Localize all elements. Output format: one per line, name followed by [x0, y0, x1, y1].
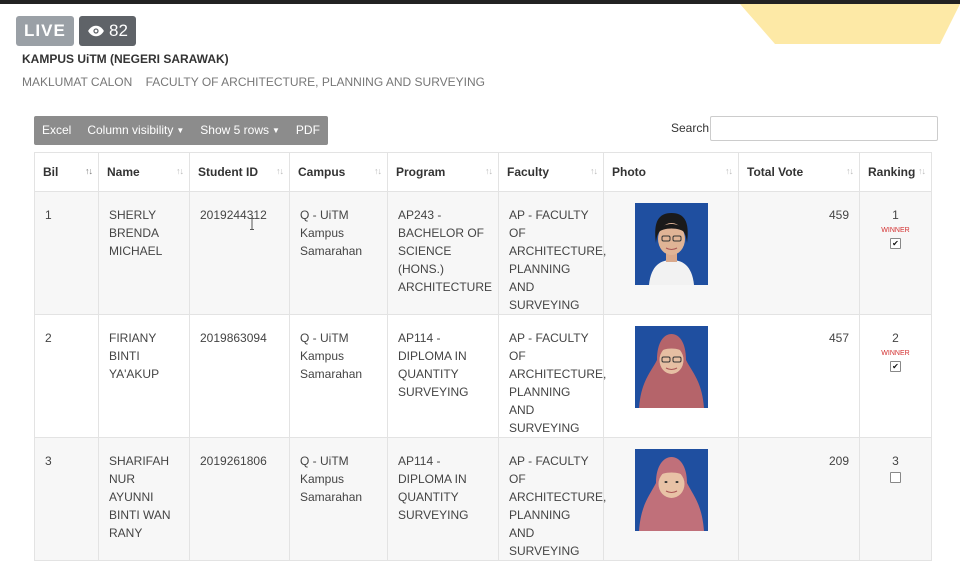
campus-title: KAMPUS UiTM (NEGERI SARAWAK): [22, 52, 229, 66]
subtitle: MAKLUMAT CALON FACULTY OF ARCHITECTURE, …: [22, 75, 495, 89]
sort-arrows-icon: ↑↓: [176, 166, 184, 176]
show-rows-button[interactable]: Show 5 rows ▼: [192, 116, 288, 145]
pdf-button[interactable]: PDF: [288, 116, 328, 145]
caret-down-icon: ▼: [176, 126, 185, 135]
cell-total-vote: 459: [738, 191, 860, 315]
candidate-photo: [634, 449, 708, 531]
cell-bil: 3: [34, 437, 99, 561]
checkbox-icon[interactable]: ✔: [890, 238, 901, 249]
column-header-photo[interactable]: Photo ↑↓: [603, 152, 739, 192]
search-input[interactable]: [710, 116, 938, 141]
winner-label: WINNER: [881, 227, 910, 234]
cell-program: AP114 - DIPLOMA IN QUANTITY SURVEYING: [387, 437, 499, 561]
cell-name: SHARIFAH NUR AYUNNI BINTI WAN RANY: [98, 437, 190, 561]
column-header-name[interactable]: Name ↑↓: [98, 152, 190, 192]
checkbox-icon[interactable]: [890, 472, 901, 483]
section-label: MAKLUMAT CALON: [22, 75, 133, 89]
candidate-photo: [634, 203, 708, 285]
cell-bil: 1: [34, 191, 99, 315]
cell-total-vote: 209: [738, 437, 860, 561]
cell-name: FIRIANY BINTI YA'AKUP: [98, 314, 190, 438]
caret-down-icon: ▼: [272, 126, 280, 135]
export-button-group: Excel Column visibility ▼ Show 5 rows ▼ PD…: [34, 116, 328, 145]
cell-total-vote: 457: [738, 314, 860, 438]
search-label: Search:: [671, 121, 713, 135]
cell-faculty: AP - FACULTY OF ARCHITECTURE, PLANNING A…: [498, 191, 606, 315]
cell-name: SHERLY BRENDA MICHAEL: [98, 191, 190, 315]
live-badge: LIVE: [16, 16, 74, 46]
cell-ranking: 3: [859, 437, 932, 561]
candidate-table: Bil ↑↓ Name ↑↓ Student ID ↑↓ Campus ↑↓ Progr…: [34, 152, 932, 561]
cell-program: AP243 - BACHELOR OF SCIENCE (HONS.) ARCH…: [387, 191, 499, 315]
cell-program: AP114 - DIPLOMA IN QUANTITY SURVEYING: [387, 314, 499, 438]
column-header-ranking[interactable]: Ranking ↑↓: [859, 152, 932, 192]
cell-photo: [603, 314, 739, 438]
text-cursor-icon: [250, 218, 254, 230]
table-row: 1 SHERLY BRENDA MICHAEL 2019244312 Q - U…: [34, 191, 932, 315]
cell-bil: 2: [34, 314, 99, 438]
excel-button[interactable]: Excel: [34, 116, 79, 145]
cell-photo: [603, 191, 739, 315]
cell-campus: Q - UiTM Kampus Samarahan: [289, 314, 388, 438]
candidate-photo: [634, 326, 708, 408]
column-header-faculty[interactable]: Faculty ↑↓: [498, 152, 604, 192]
cell-campus: Q - UiTM Kampus Samarahan: [289, 437, 388, 561]
table-header-row: Bil ↑↓ Name ↑↓ Student ID ↑↓ Campus ↑↓ Progr…: [34, 152, 932, 192]
column-header-campus[interactable]: Campus ↑↓: [289, 152, 388, 192]
faculty-label: FACULTY OF ARCHITECTURE, PLANNING AND SU…: [145, 75, 485, 89]
winner-label: WINNER: [881, 350, 910, 357]
column-header-total-vote[interactable]: Total Vote ↑↓: [738, 152, 860, 192]
ranking-number: 2: [892, 331, 899, 345]
sort-arrows-icon: ↑↓: [276, 166, 284, 176]
sort-arrows-icon: ↑↓: [590, 166, 598, 176]
sort-arrows-icon: ↑↓: [846, 166, 854, 176]
column-header-student-id[interactable]: Student ID ↑↓: [189, 152, 290, 192]
cell-faculty: AP - FACULTY OF ARCHITECTURE, PLANNING A…: [498, 437, 606, 561]
cell-ranking: 1 WINNER ✔: [859, 191, 932, 315]
column-header-program[interactable]: Program ↑↓: [387, 152, 499, 192]
table-row: 3 SHARIFAH NUR AYUNNI BINTI WAN RANY 201…: [34, 437, 932, 561]
ranking-number: 1: [892, 208, 899, 222]
column-visibility-button[interactable]: Column visibility ▼: [79, 116, 192, 145]
cell-photo: [603, 437, 739, 561]
cell-student-id: 2019863094: [189, 314, 290, 438]
decorative-shape-top: [740, 4, 960, 44]
cell-ranking: 2 WINNER ✔: [859, 314, 932, 438]
cell-student-id: 2019244312: [189, 191, 290, 315]
cell-student-id: 2019261806: [189, 437, 290, 561]
cell-campus: Q - UiTM Kampus Samarahan: [289, 191, 388, 315]
sort-arrows-icon: ↑↓: [725, 166, 733, 176]
viewer-count-badge: 82: [79, 16, 136, 46]
column-header-bil[interactable]: Bil ↑↓: [34, 152, 99, 192]
cell-faculty: AP - FACULTY OF ARCHITECTURE, PLANNING A…: [498, 314, 606, 438]
sort-arrows-icon: ↑↓: [918, 166, 926, 176]
sort-arrows-icon: ↑↓: [374, 166, 382, 176]
checkbox-icon[interactable]: ✔: [890, 361, 901, 372]
table-row: 2 FIRIANY BINTI YA'AKUP 2019863094 Q - U…: [34, 314, 932, 438]
ranking-number: 3: [892, 454, 899, 468]
eye-icon: [88, 25, 104, 37]
sort-arrows-icon: ↑↓: [85, 166, 93, 176]
viewer-count: 82: [109, 21, 128, 40]
sort-arrows-icon: ↑↓: [485, 166, 493, 176]
